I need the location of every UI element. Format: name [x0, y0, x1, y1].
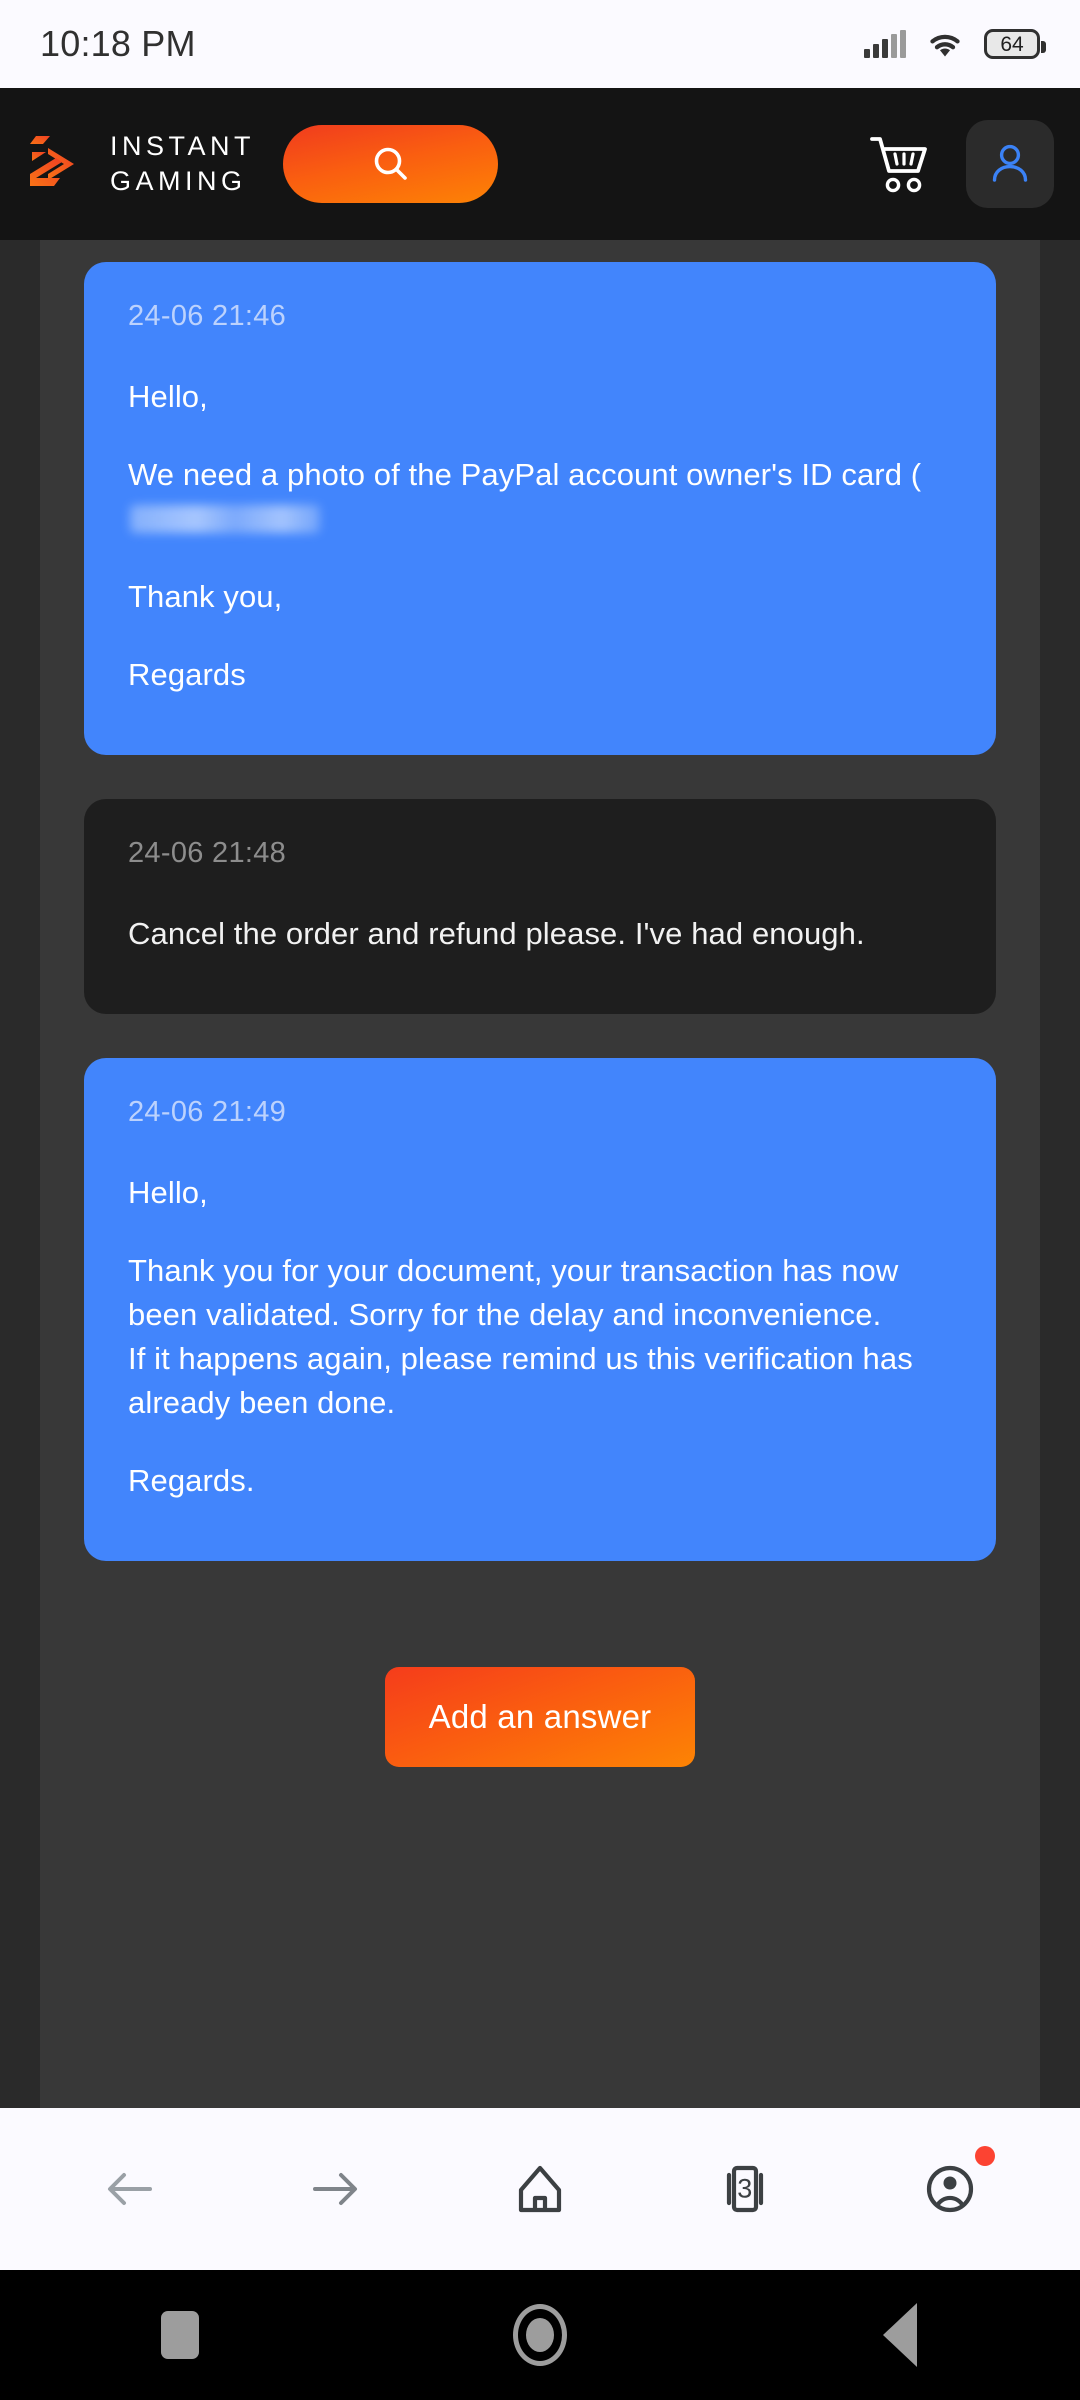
- search-icon: [374, 147, 407, 180]
- message-timestamp: 24-06 21:49: [128, 1096, 287, 1129]
- arrow-forward-icon: [313, 2173, 358, 2205]
- cellular-signal-icon: [864, 30, 906, 58]
- battery-icon: 64: [984, 29, 1046, 59]
- message-paragraph: Regards: [128, 657, 246, 693]
- shopping-cart-icon: [870, 137, 927, 193]
- message-paragraph: Thank you,: [128, 579, 283, 615]
- status-bar: 10:18 PM 64: [0, 0, 1080, 88]
- wifi-icon: [930, 34, 960, 57]
- message-paragraph: Regards.: [128, 1463, 255, 1499]
- message-text: We need a photo of the PayPal account ow…: [128, 457, 922, 493]
- message-timestamp: 24-06 21:46: [128, 300, 287, 332]
- answer-action-row: Add an answer: [84, 1605, 996, 1768]
- android-system-nav: [0, 2270, 1080, 2400]
- cart-button[interactable]: [864, 127, 938, 201]
- arrow-back-icon: [108, 2173, 153, 2205]
- brand-line-2: GAMING: [110, 166, 247, 196]
- message-paragraph: Thank you for your document, your transa…: [128, 1253, 899, 1333]
- message-paragraph: Hello,: [128, 379, 208, 414]
- tab-count-label: 3: [737, 2173, 753, 2204]
- browser-back-button[interactable]: [75, 2134, 185, 2244]
- account-person-icon: [992, 144, 1028, 182]
- status-bar-icons: 64: [864, 29, 1046, 59]
- add-answer-button[interactable]: Add an answer: [385, 1667, 695, 1768]
- content-panel: 24-06 21:46 Hello, We need a photo of th…: [40, 240, 1040, 2108]
- recents-square-icon: [161, 2311, 199, 2359]
- status-bar-clock: 10:18 PM: [40, 23, 196, 64]
- page-scroll-area[interactable]: 24-06 21:46 Hello, We need a photo of th…: [0, 240, 1080, 2108]
- app-header: INSTANT GAMING: [0, 88, 1080, 240]
- message-paragraph: Hello,: [128, 1175, 208, 1211]
- message-bubble-agent: 24-06 21:46 Hello, We need a photo of th…: [84, 262, 996, 756]
- message-body: Hello, We need a photo of the PayPal acc…: [128, 375, 952, 697]
- account-button[interactable]: [966, 120, 1054, 208]
- message-timestamp: 24-06 21:48: [128, 837, 287, 870]
- browser-profile-button[interactable]: [895, 2134, 1005, 2244]
- home-circle-icon: [513, 2304, 567, 2366]
- header-actions: [864, 120, 1054, 208]
- message-bubble-user: 24-06 21:48 Cancel the order and refund …: [84, 799, 996, 1015]
- home-button[interactable]: [480, 2275, 600, 2395]
- message-paragraph: If it happens again, please remind us th…: [128, 1341, 913, 1421]
- instant-gaming-logo-icon: [30, 136, 74, 186]
- search-button[interactable]: [283, 125, 498, 203]
- browser-forward-button[interactable]: [280, 2134, 390, 2244]
- battery-level: 64: [1000, 32, 1024, 56]
- redacted-name: [130, 505, 320, 534]
- message-body: Hello, Thank you for your document, your…: [128, 1171, 952, 1503]
- brand-line-1: INSTANT: [110, 131, 255, 162]
- message-body: Cancel the order and refund please. I've…: [128, 912, 952, 956]
- back-button[interactable]: [840, 2275, 960, 2395]
- notification-dot: [974, 2146, 995, 2166]
- message-thread: 24-06 21:46 Hello, We need a photo of th…: [40, 240, 1040, 1768]
- brand-logo[interactable]: INSTANT GAMING: [26, 129, 255, 198]
- browser-bottom-bar: 3: [0, 2108, 1080, 2270]
- browser-tabs-button[interactable]: 3: [690, 2134, 800, 2244]
- phone-screen: 10:18 PM 64 INSTANT GAMING 24-06 21:46 H…: [0, 0, 1080, 2400]
- browser-home-button[interactable]: [485, 2134, 595, 2244]
- back-triangle-icon: [883, 2303, 917, 2367]
- message-bubble-agent: 24-06 21:49 Hello, Thank you for your do…: [84, 1058, 996, 1562]
- message-paragraph: Cancel the order and refund please. I've…: [128, 916, 865, 952]
- profile-icon: [926, 2165, 973, 2213]
- message-paragraph: We need a photo of the PayPal account ow…: [128, 453, 952, 541]
- recents-button[interactable]: [120, 2275, 240, 2395]
- brand-wordmark: INSTANT GAMING: [110, 129, 255, 198]
- home-icon: [518, 2165, 562, 2213]
